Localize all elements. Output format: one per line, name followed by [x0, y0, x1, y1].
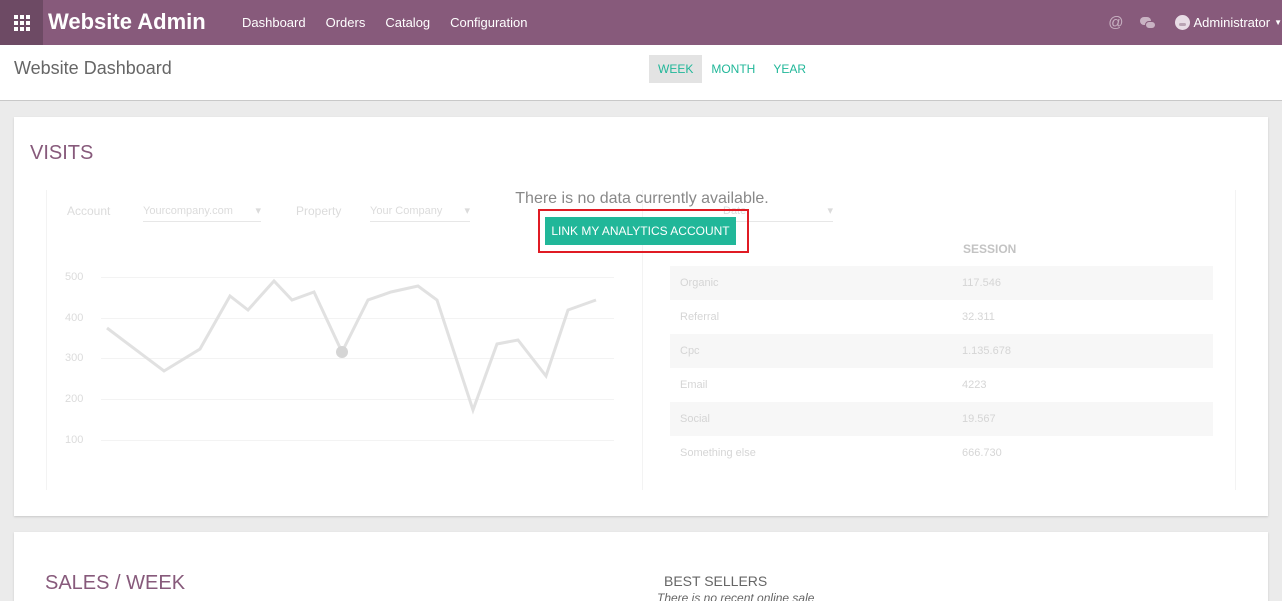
user-menu[interactable]: Administrator ▼: [1174, 15, 1282, 30]
menu-catalog[interactable]: Catalog: [375, 0, 440, 45]
table-row: Something else 666.730: [670, 436, 1213, 470]
caret-down-icon: ▼: [1274, 18, 1282, 27]
period-month-button[interactable]: MONTH: [702, 55, 764, 83]
sales-title: SALES / WEEK: [45, 572, 186, 594]
period-year-button[interactable]: YEAR: [764, 55, 815, 83]
sales-card: SALES / WEEK BEST SELLERS There is no re…: [14, 532, 1268, 601]
best-sellers-title: BEST SELLERS: [664, 573, 768, 589]
table-row: Social 19.567: [670, 402, 1213, 436]
period-week-button[interactable]: WEEK: [649, 55, 703, 83]
source-cell: Something else: [680, 447, 756, 459]
table-row: Email 4223: [670, 368, 1213, 402]
source-cell: Organic: [680, 277, 719, 289]
session-cell: 666.730: [962, 447, 1002, 459]
avatar: [1174, 15, 1190, 30]
session-cell: 32.311: [962, 311, 995, 323]
period-selector: WEEK MONTH YEAR: [649, 55, 815, 83]
control-panel: Website Dashboard WEEK MONTH YEAR: [0, 45, 1282, 101]
user-name: Administrator: [1193, 15, 1271, 30]
link-analytics-button[interactable]: LINK MY ANALYTICS ACCOUNT: [545, 217, 736, 245]
table-row: Referral 32.311: [670, 300, 1213, 334]
session-cell: 1.135.678: [962, 345, 1011, 357]
source-cell: Cpc: [680, 345, 700, 357]
caret-down-icon: ▾: [827, 205, 833, 217]
menu-configuration[interactable]: Configuration: [440, 0, 537, 45]
session-header: SESSION: [963, 242, 1017, 256]
navbar-right: @ Administrator ▼: [1108, 0, 1282, 45]
apps-menu-button[interactable]: [0, 0, 43, 45]
no-recent-sale-message: There is no recent online sale: [657, 591, 815, 601]
page-title: Website Dashboard: [14, 58, 172, 78]
visits-card: VISITS Account Yourcompany.com ▾ Propert…: [14, 117, 1268, 516]
source-cell: Referral: [680, 311, 720, 323]
chat-icon[interactable]: [1139, 16, 1157, 30]
table-row: Cpc 1.135.678: [670, 334, 1213, 368]
session-cell: 117.546: [962, 277, 1001, 289]
mentions-icon[interactable]: @: [1108, 14, 1123, 31]
table-row: Organic 117.546: [670, 266, 1213, 300]
session-cell: 19.567: [962, 413, 996, 425]
grid-icon: [13, 14, 30, 31]
source-cell: Social: [680, 413, 710, 425]
visits-title: VISITS: [30, 142, 94, 164]
menu-dashboard[interactable]: Dashboard: [232, 0, 316, 45]
session-cell: 4223: [962, 379, 987, 391]
no-data-message: There is no data currently available.: [515, 190, 769, 207]
menu-orders[interactable]: Orders: [316, 0, 376, 45]
source-cell: Email: [680, 379, 708, 391]
main-menu: Dashboard Orders Catalog Configuration: [232, 0, 537, 45]
app-brand: Website Admin: [48, 9, 206, 34]
top-navbar: Website Admin Dashboard Orders Catalog C…: [0, 0, 1282, 45]
